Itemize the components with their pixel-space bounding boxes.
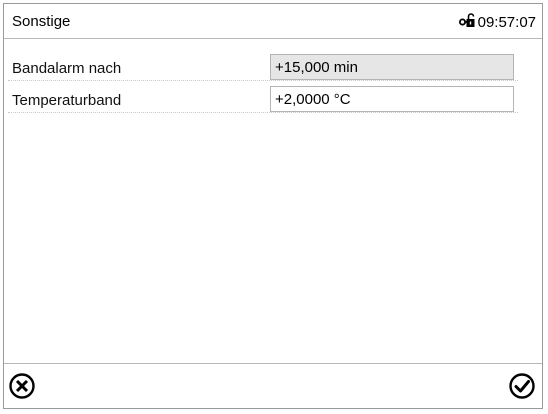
setting-label: Temperaturband: [12, 92, 122, 109]
unlocked-key-icon: [458, 12, 478, 32]
cancel-circle-x-icon: [9, 373, 35, 399]
bandalarm-value-field[interactable]: +15,000 min: [270, 54, 514, 80]
setting-row-temperaturband: Temperaturband +2,0000 °C: [4, 84, 542, 114]
temperaturband-value-field[interactable]: +2,0000 °C: [270, 86, 514, 112]
title-bar: Sonstige 09:57:07: [4, 4, 542, 39]
confirm-check-circle-icon: [509, 373, 535, 399]
setting-label: Bandalarm nach: [12, 60, 122, 77]
footer-bar: [4, 363, 542, 408]
confirm-button[interactable]: [508, 372, 536, 400]
clock-time: 09:57:07: [477, 13, 536, 31]
status-area: 09:57:07: [458, 12, 536, 32]
row-divider: [8, 80, 518, 81]
page-title: Sonstige: [12, 13, 71, 30]
row-divider: [8, 112, 518, 113]
setting-row-bandalarm: Bandalarm nach +15,000 min: [4, 52, 542, 82]
cancel-button[interactable]: [8, 372, 36, 400]
settings-window: Sonstige 09:57:07 Bandalarm nach +15,000…: [3, 3, 543, 409]
